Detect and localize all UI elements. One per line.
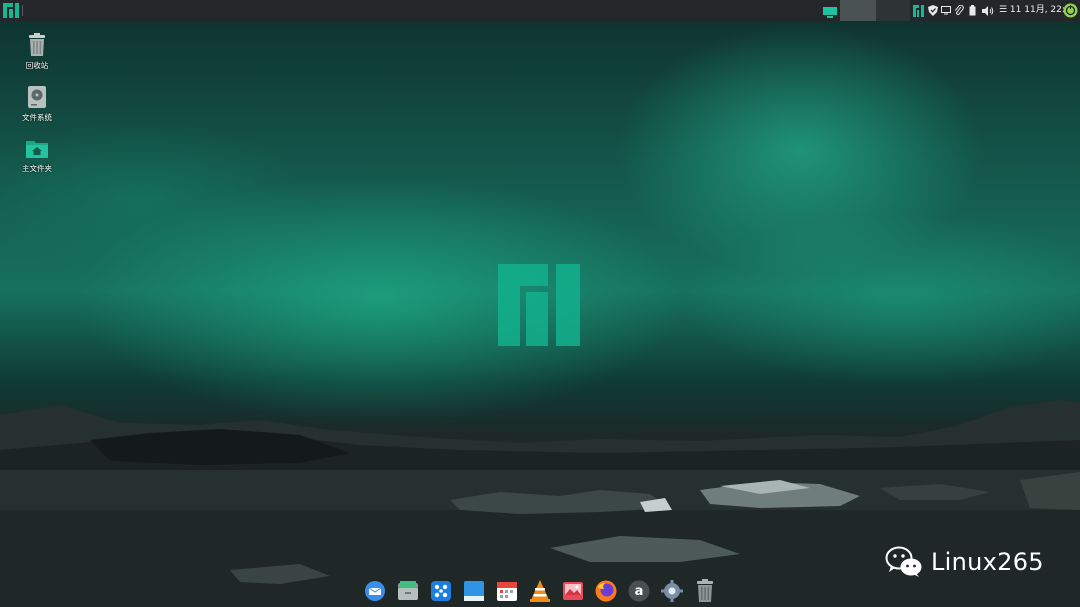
firefox-icon — [595, 580, 617, 602]
vlc-icon — [530, 580, 550, 602]
application-menu-button[interactable] — [2, 2, 20, 19]
trash-icon — [697, 579, 713, 602]
window-icon — [464, 581, 484, 601]
dock-item-mail[interactable] — [362, 578, 388, 604]
battery-icon[interactable] — [966, 3, 978, 18]
wechat-logo-icon — [885, 546, 922, 577]
dock: a — [362, 576, 718, 606]
amazon-icon: a — [628, 580, 650, 602]
desktop-icon-label: 回收站 — [25, 61, 49, 70]
volume-icon[interactable] — [981, 3, 995, 18]
dock-item-images[interactable] — [560, 578, 586, 604]
user-status-icon — [1063, 3, 1078, 18]
workspace-2[interactable] — [876, 0, 910, 21]
dock-item-calendar[interactable] — [494, 578, 520, 604]
settings-icon — [661, 580, 683, 602]
desktop-screen: ☰ 11 11月, 22:59 回收站 文件系统 主文件夹 a Linux265 — [0, 0, 1080, 607]
dock-item-firefox[interactable] — [593, 578, 619, 604]
dock-item-window[interactable] — [461, 578, 487, 604]
desktop-icon-filesystem[interactable]: 文件系统 — [11, 85, 63, 123]
mail-client-icon — [365, 581, 385, 601]
calendar-icon — [497, 582, 517, 601]
display-icon[interactable] — [940, 3, 952, 18]
taskbar-window-button[interactable] — [822, 4, 838, 18]
window-icon — [823, 7, 837, 18]
tray-manjaro-icon[interactable] — [912, 3, 925, 18]
dock-item-trash[interactable] — [692, 578, 718, 604]
image-viewer-icon — [563, 582, 583, 600]
dock-item-settings[interactable] — [659, 578, 685, 604]
dock-item-amazon[interactable]: a — [626, 578, 652, 604]
user-menu-button[interactable] — [1063, 3, 1078, 18]
svg-text:a: a — [635, 584, 644, 599]
manjaro-wallpaper-logo — [498, 264, 580, 346]
shield-icon[interactable] — [927, 3, 939, 18]
workspace-1[interactable] — [840, 0, 876, 21]
top-panel: ☰ 11 11月, 22:59 — [0, 0, 1080, 21]
paperclip-icon[interactable] — [953, 3, 965, 18]
drive-icon — [28, 86, 46, 108]
desktop-icon-label: 文件系统 — [22, 113, 52, 122]
file-manager-icon — [398, 581, 418, 600]
trash-icon — [29, 33, 45, 56]
dock-item-vlc[interactable] — [527, 578, 553, 604]
desktop-icon-label: 主文件夹 — [22, 164, 52, 173]
manjaro-logo-icon — [3, 3, 19, 18]
home-folder-icon — [26, 141, 48, 158]
dock-item-files[interactable] — [395, 578, 421, 604]
panel-separator — [22, 5, 23, 16]
desktop-icon-home[interactable]: 主文件夹 — [11, 138, 63, 174]
watermark-text: Linux265 — [931, 548, 1044, 576]
dock-item-software[interactable] — [428, 578, 454, 604]
software-center-icon — [431, 581, 451, 601]
desktop-icon-trash[interactable]: 回收站 — [11, 33, 63, 71]
watermark: Linux265 — [885, 544, 1044, 580]
